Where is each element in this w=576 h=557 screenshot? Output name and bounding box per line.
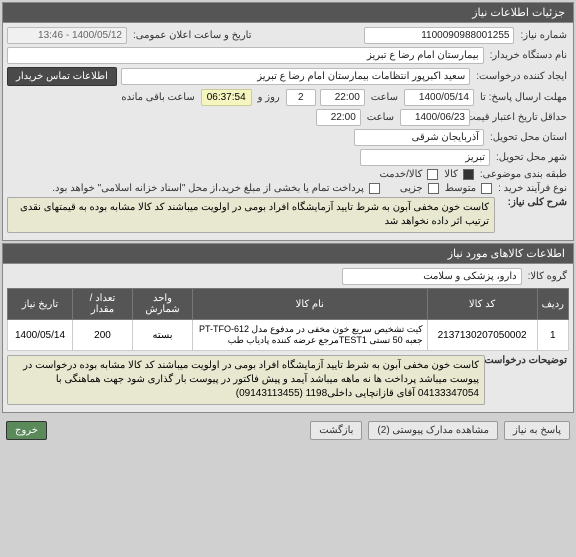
checkbox-icon xyxy=(369,183,380,194)
announce-label: تاریخ و ساعت اعلان عمومی: xyxy=(131,30,254,41)
desc-label: توضیحات درخواست: xyxy=(489,355,569,366)
category-goods-checkbox[interactable]: کالا xyxy=(442,169,474,180)
panel2-title: اطلاعات کالاهای مورد نیاز xyxy=(3,244,573,264)
group-label: گروه کالا: xyxy=(526,271,569,282)
reply-button[interactable]: پاسخ به نیاز xyxy=(504,421,570,440)
exit-button[interactable]: خروج xyxy=(6,421,47,440)
need-number-field: 1100090988001255 xyxy=(364,27,514,44)
payment-note-label: پرداخت تمام یا بخشی از مبلغ خرید،از محل … xyxy=(50,183,366,194)
deadline-label: مهلت ارسال پاسخ: تا xyxy=(478,92,569,103)
desc-textarea: کاست خون مخفی آبون به شرط تایید آزمایشگا… xyxy=(7,355,485,405)
col-code: کد کالا xyxy=(427,289,537,320)
time-remaining-field: 06:37:54 xyxy=(201,89,252,106)
group-field: دارو، پزشکی و سلامت xyxy=(342,268,522,285)
radio-icon xyxy=(428,183,439,194)
goods-info-panel: اطلاعات کالاهای مورد نیاز گروه کالا: دار… xyxy=(2,243,574,413)
cell-name: کیت تشخیص سریع خون مخفی در مدفوع مدل PT-… xyxy=(193,320,428,351)
summary-label: شرح کلی نیاز: xyxy=(499,197,569,208)
province-label: استان محل تحویل: xyxy=(488,132,569,143)
need-number-label: شماره نیاز: xyxy=(518,30,569,41)
table-row[interactable]: 1 2137130207050002 کیت تشخیص سریع خون مخ… xyxy=(8,320,569,351)
city-field: تبریز xyxy=(360,149,490,166)
col-unit: واحد شمارش xyxy=(133,289,193,320)
validity-label: حداقل تاریخ اعتبار قیمت تا تاریخ: xyxy=(474,112,569,124)
requester-field: سعید اکبرپور انتظامات بیمارستان امام رضا… xyxy=(121,68,470,85)
purchase-type-label: نوع فرآیند خرید : xyxy=(496,183,569,194)
deadline-date-field: 1400/05/14 xyxy=(404,89,474,106)
category-service-label: کالا/خدمت xyxy=(377,169,424,180)
action-bar: پاسخ به نیاز مشاهده مدارک پیوستی (2) باز… xyxy=(0,415,576,446)
requester-label: ایجاد کننده درخواست: xyxy=(474,71,569,82)
category-service-checkbox[interactable]: کالا/خدمت xyxy=(377,169,438,180)
province-field: آذربایجان شرقی xyxy=(354,129,484,146)
cell-qty: 200 xyxy=(73,320,133,351)
need-details-panel: جزئیات اطلاعات نیاز شماره نیاز: 11000909… xyxy=(2,2,574,241)
purchase-minor-label: جزیی xyxy=(398,183,425,194)
goods-table: ردیف کد کالا نام کالا واحد شمارش تعداد /… xyxy=(7,288,569,351)
cell-row: 1 xyxy=(537,320,568,351)
deadline-time-label: ساعت xyxy=(369,92,400,103)
cell-date: 1400/05/14 xyxy=(8,320,73,351)
validity-date-field: 1400/06/23 xyxy=(400,109,470,126)
city-label: شهر محل تحویل: xyxy=(494,152,569,163)
purchase-medium-label: متوسط xyxy=(443,183,478,194)
buyer-label: نام دستگاه خریدار: xyxy=(488,50,569,61)
panel1-title: جزئیات اطلاعات نیاز xyxy=(3,3,573,23)
attachments-button[interactable]: مشاهده مدارک پیوستی (2) xyxy=(368,421,498,440)
col-date: تاریخ نیاز xyxy=(8,289,73,320)
category-goods-label: کالا xyxy=(442,169,460,180)
col-row: ردیف xyxy=(537,289,568,320)
payment-note-checkbox[interactable]: پرداخت تمام یا بخشی از مبلغ خرید،از محل … xyxy=(50,183,380,194)
deadline-time-field: 22:00 xyxy=(320,89,365,106)
radio-icon xyxy=(481,183,492,194)
category-label: طبقه بندی موضوعی: xyxy=(478,169,569,180)
days-remaining-field: 2 xyxy=(286,89,316,106)
col-name: نام کالا xyxy=(193,289,428,320)
back-button[interactable]: بازگشت xyxy=(310,421,362,440)
cell-unit: بسته xyxy=(133,320,193,351)
summary-textarea: کاست خون مخفی آبون به شرط تایید آزمایشگا… xyxy=(7,197,495,233)
contact-info-button[interactable]: اطلاعات تماس خریدار xyxy=(7,67,117,86)
purchase-type-medium-radio[interactable]: متوسط xyxy=(443,183,492,194)
col-qty: تعداد / مقدار xyxy=(73,289,133,320)
announce-field: 1400/05/12 - 13:46 xyxy=(7,27,127,44)
buyer-field: بیمارستان امام رضا ع تبریز xyxy=(7,47,484,64)
validity-time-field: 22:00 xyxy=(316,109,361,126)
days-label: روز و xyxy=(256,92,282,103)
purchase-type-minor-radio[interactable]: جزیی xyxy=(398,183,439,194)
table-header-row: ردیف کد کالا نام کالا واحد شمارش تعداد /… xyxy=(8,289,569,320)
remain-label: ساعت باقی مانده xyxy=(119,92,196,103)
validity-time-label: ساعت xyxy=(365,112,396,123)
check-icon xyxy=(463,169,474,180)
checkbox-icon xyxy=(427,169,438,180)
cell-code: 2137130207050002 xyxy=(427,320,537,351)
